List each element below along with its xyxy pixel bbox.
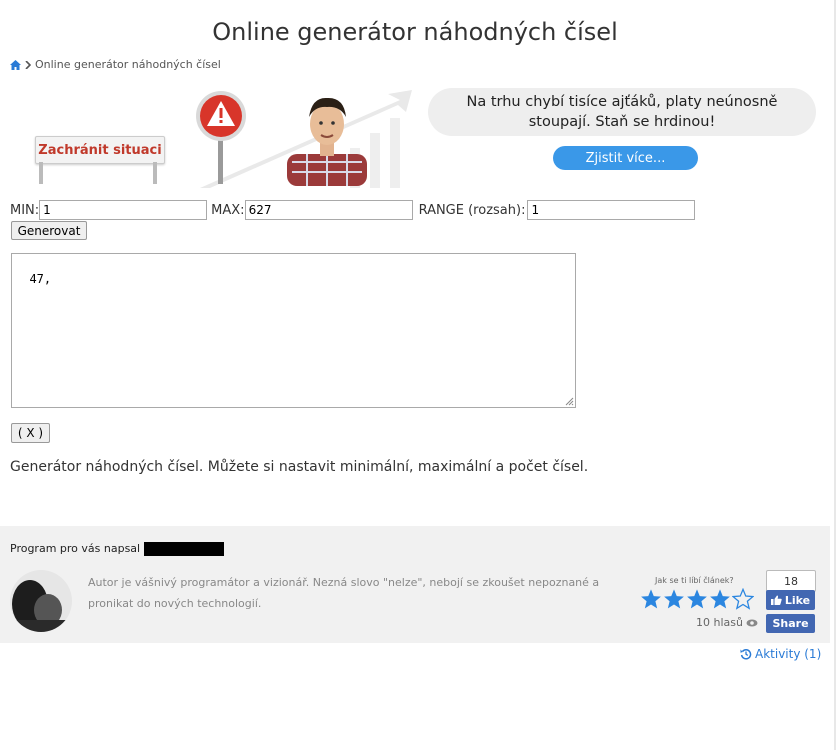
promo-bubble: Na trhu chybí tisíce ajťáků, platy neúno…	[428, 88, 816, 136]
min-input[interactable]	[39, 200, 208, 220]
output-value: 47,	[29, 272, 52, 286]
clear-button[interactable]: ( X )	[11, 423, 50, 443]
star-icon[interactable]	[640, 588, 662, 610]
sign-text: Zachránit situaci	[35, 136, 165, 164]
thumbs-up-icon	[770, 595, 782, 605]
eye-icon	[746, 619, 758, 626]
min-label: MIN:	[10, 202, 40, 218]
like-label: Like	[784, 593, 811, 607]
range-input[interactable]	[527, 200, 696, 220]
star-empty-icon[interactable]	[732, 588, 754, 610]
star-icon[interactable]	[686, 588, 708, 610]
author-name-redacted	[144, 542, 225, 556]
history-icon	[740, 649, 752, 660]
learn-more-button[interactable]: Zjistit více...	[553, 146, 698, 170]
description: Generátor náhodných čísel. Můžete si nas…	[10, 459, 589, 475]
sign-leg	[39, 162, 43, 184]
chevron-right-icon	[25, 60, 31, 69]
developer-photo	[287, 97, 367, 186]
activity-link[interactable]: Aktivity (1)	[740, 647, 821, 661]
generator-form: MIN: MAX: RANGE (rozsah):	[10, 200, 699, 220]
promo-banner[interactable]: Zachránit situaci Na trhu chybí tisíce a…	[10, 88, 820, 188]
home-icon[interactable]	[10, 59, 21, 70]
star-icon[interactable]	[709, 588, 731, 610]
sign-leg	[153, 162, 157, 184]
rating-question: Jak se ti líbí článek?	[655, 576, 734, 585]
author-bio: Autor je vášnivý programátor a vizionář.…	[88, 576, 600, 610]
resize-handle-icon[interactable]	[565, 397, 574, 406]
star-icon[interactable]	[663, 588, 685, 610]
rescue-sign: Zachránit situaci	[35, 136, 165, 184]
max-label: MAX:	[211, 202, 245, 218]
activity-label: Aktivity (1)	[755, 647, 822, 661]
vote-count: 10 hlasů	[696, 616, 758, 629]
page-title: Online generátor náhodných čísel	[212, 18, 618, 46]
star-rating[interactable]	[640, 588, 754, 610]
author-heading-text: Program pro vás napsal	[10, 542, 141, 555]
author-heading: Program pro vás napsal	[10, 542, 225, 556]
author-section: Program pro vás napsal Autor je vášnivý …	[0, 526, 830, 643]
like-count: 18	[766, 570, 816, 592]
range-label: RANGE (rozsah):	[418, 202, 526, 218]
warning-sign-icon	[196, 91, 246, 184]
avatar[interactable]	[10, 570, 72, 632]
output-textarea[interactable]: 47,	[11, 253, 576, 408]
generate-button[interactable]: Generovat	[11, 221, 87, 240]
breadcrumb-current: Online generátor náhodných čísel	[35, 58, 221, 71]
facebook-share-button[interactable]: Share	[766, 614, 815, 633]
votes-text: 10 hlasů	[696, 616, 743, 629]
breadcrumb: Online generátor náhodných čísel	[10, 58, 221, 71]
max-input[interactable]	[244, 200, 413, 220]
facebook-like-button[interactable]: Like	[766, 590, 815, 610]
